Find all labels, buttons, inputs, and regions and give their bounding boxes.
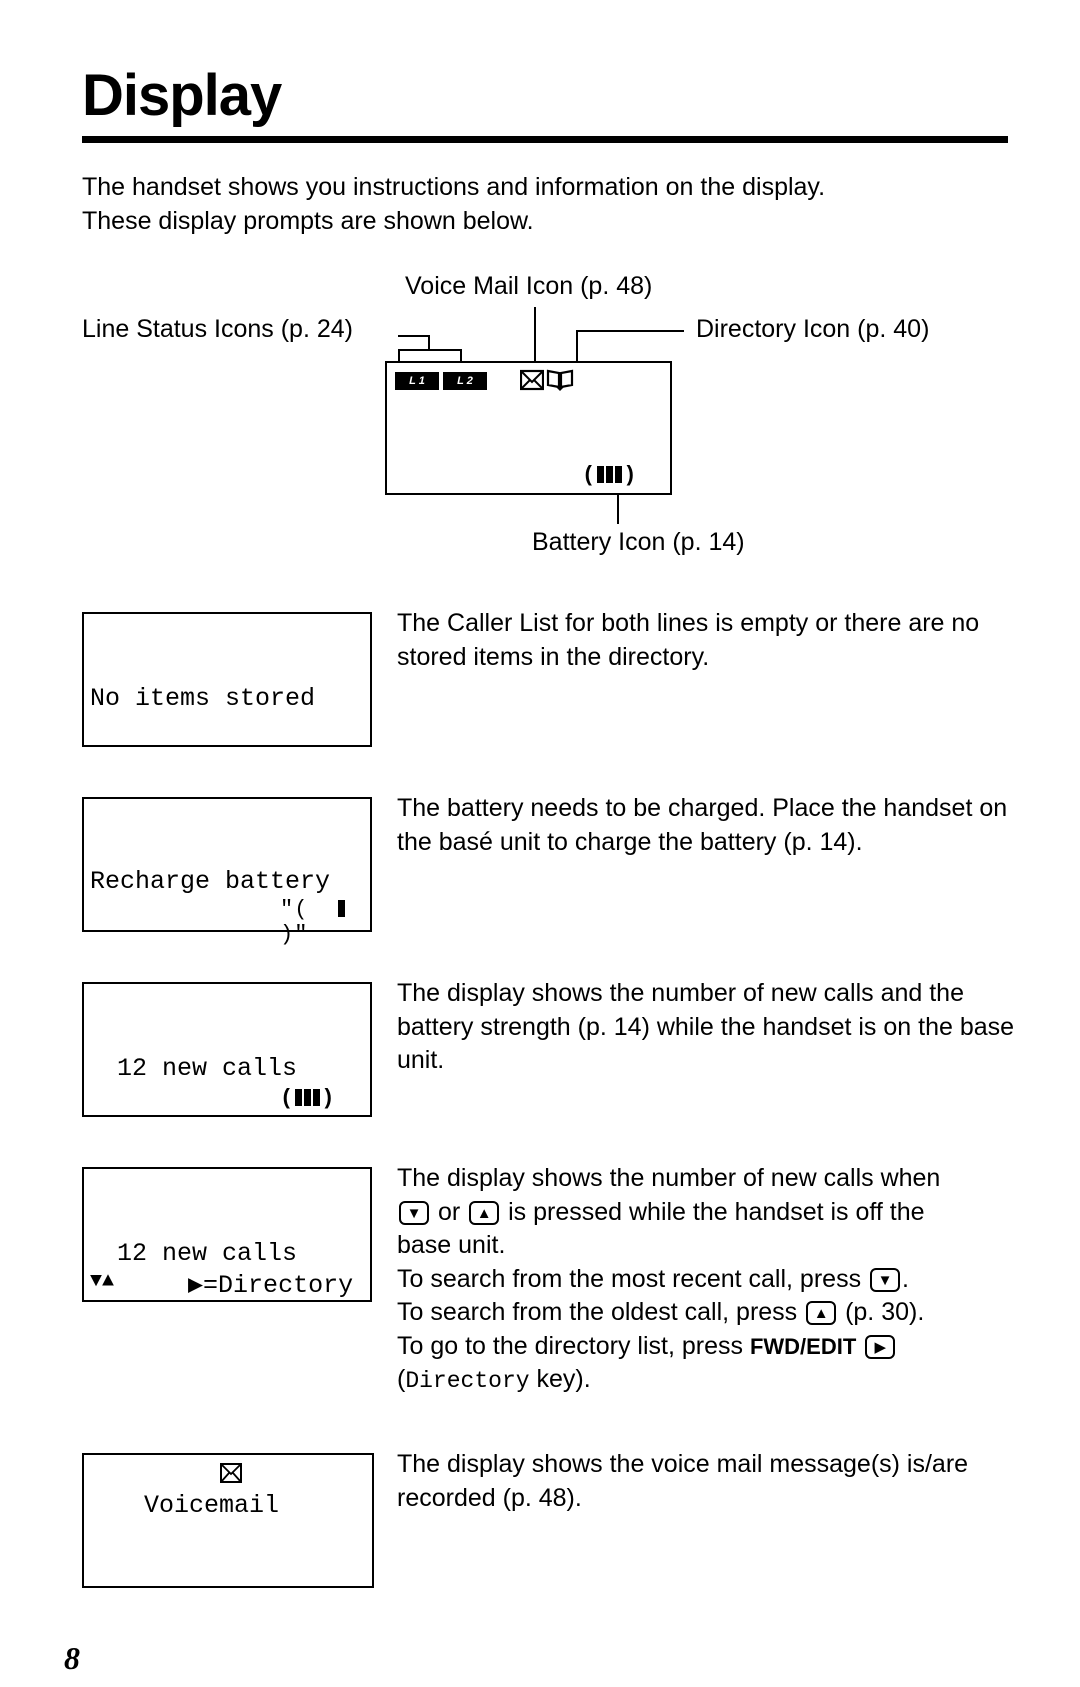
desc-line: (Directory key). <box>397 1365 591 1394</box>
down-key-icon: ▼ <box>870 1267 901 1292</box>
desc-line: The display shows the number of new call… <box>397 1164 941 1192</box>
battery-icon-label: Battery Icon (p. 14) <box>532 528 745 556</box>
leader-line <box>398 335 428 337</box>
leader-line <box>428 335 430 349</box>
lcd-line: Voicemail <box>144 1491 280 1520</box>
intro-text: The handset shows you instructions and i… <box>82 170 1022 238</box>
page-title: Display <box>82 63 282 128</box>
prompt-description: The display shows the number of new call… <box>397 1162 1037 1399</box>
battery-full-icon: () <box>280 1086 336 1111</box>
desc-line: ▼ or ▲ is pressed while the handset is o… <box>397 1196 1037 1230</box>
lcd-line: 12 new calls <box>102 1239 298 1268</box>
lcd-screen: No items stored <box>82 612 372 747</box>
handset-display-overview: L 1 L 2 () <box>385 361 672 495</box>
up-key-icon: ▲ <box>806 1301 837 1326</box>
prompt-description: The Caller List for both lines is empty … <box>397 609 980 671</box>
leader-line <box>398 349 462 351</box>
line-status-icons-label: Line Status Icons (p. 24) <box>82 315 353 343</box>
title-rule <box>82 136 1008 143</box>
envelope-icon <box>220 1463 242 1483</box>
up-key-icon: ▲ <box>469 1200 500 1225</box>
line2-status-icon: L 2 <box>443 372 487 390</box>
prompt-description: The battery needs to be charged. Place t… <box>397 794 1008 856</box>
directory-shortcut: ▶=Directory <box>188 1271 354 1300</box>
voice-mail-icon-label: Voice Mail Icon (p. 48) <box>405 272 653 300</box>
prompt-description: The display shows the voice mail message… <box>397 1450 969 1512</box>
desc-line: To go to the directory list, press FWD/E… <box>397 1330 1037 1364</box>
leader-line <box>576 330 684 332</box>
desc-line: To search from the oldest call, press ▲ … <box>397 1298 925 1326</box>
directory-icon-label: Directory Icon (p. 40) <box>696 315 930 343</box>
lcd-screen: Voicemail <box>82 1453 374 1588</box>
lcd-screen: 12 new calls ▼▲ ▶=Directory <box>82 1167 372 1302</box>
desc-line: To search from the most recent call, pre… <box>397 1264 909 1293</box>
prompt-description: The display shows the number of new call… <box>397 979 1015 1074</box>
fwd-edit-key-label: FWD/EDIT <box>749 1333 857 1359</box>
battery-full-icon: () <box>582 463 638 488</box>
intro-line-1: The handset shows you instructions and i… <box>82 173 826 201</box>
line1-status-icon: L 1 <box>395 372 439 390</box>
lcd-line: No items stored <box>90 684 316 713</box>
intro-line-2: These display prompts are shown below. <box>82 207 534 235</box>
page-number: 8 <box>64 1640 80 1676</box>
leader-line <box>534 307 536 365</box>
battery-low-flashing-icon: "( )" <box>280 897 370 947</box>
leader-line <box>576 330 578 365</box>
down-key-icon: ▼ <box>399 1200 429 1225</box>
scroll-arrows-icon: ▼▲ <box>90 1270 115 1293</box>
lcd-line: Recharge battery <box>90 867 331 896</box>
lcd-line: 12 new calls <box>102 1054 298 1083</box>
lcd-screen: Recharge battery "( )" <box>82 797 372 947</box>
lcd-screen: 12 new calls () <box>82 982 372 1117</box>
leader-line <box>617 492 619 524</box>
envelope-icon <box>520 369 544 391</box>
right-key-icon: ▶ <box>865 1334 896 1359</box>
open-book-icon <box>546 369 574 391</box>
desc-line: base unit. <box>397 1231 506 1259</box>
